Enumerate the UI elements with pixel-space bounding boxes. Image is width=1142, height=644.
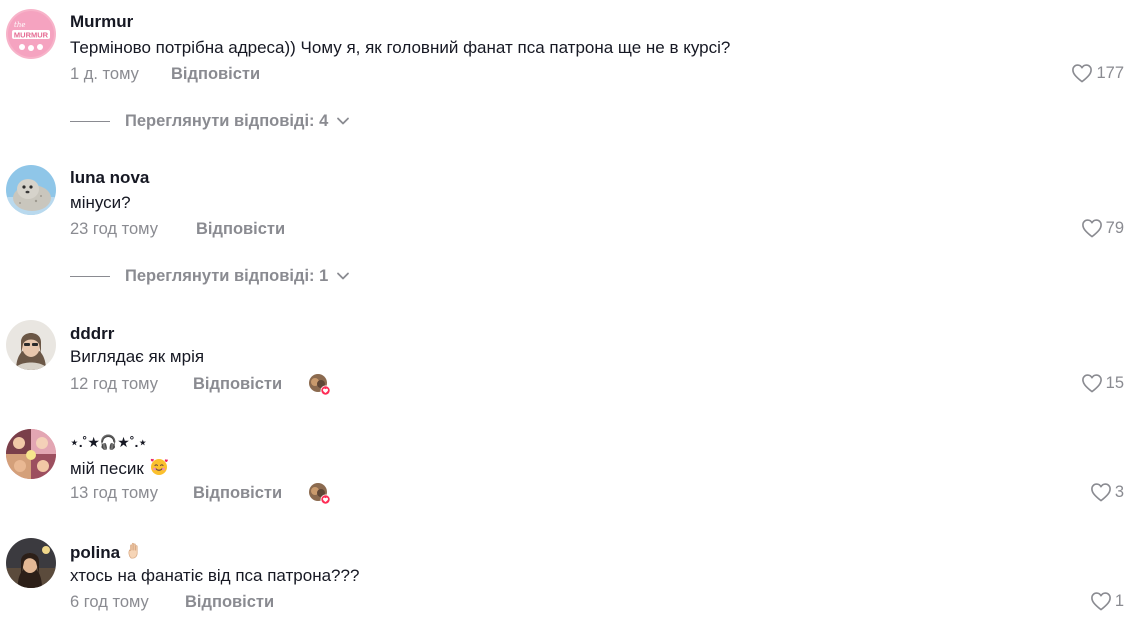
heart-icon bbox=[1081, 374, 1102, 393]
reply-button[interactable]: Відповісти bbox=[193, 374, 282, 394]
chevron-down-icon bbox=[337, 272, 350, 280]
collage-avatar-image bbox=[6, 429, 56, 479]
view-replies-label: Переглянути відповіді: 1 bbox=[125, 267, 329, 285]
comment-username[interactable]: Murmur bbox=[70, 12, 133, 32]
avatar[interactable] bbox=[6, 165, 56, 215]
comment-text: хтось на фанатіє від пса патрона??? bbox=[70, 566, 360, 585]
avatar[interactable] bbox=[6, 429, 56, 479]
heart-icon bbox=[1072, 64, 1093, 83]
portrait-avatar-image bbox=[6, 320, 56, 370]
like-count: 1 bbox=[1114, 592, 1124, 610]
smiling-face-with-hearts-icon bbox=[150, 458, 168, 475]
heart-icon bbox=[1090, 592, 1111, 611]
like-button[interactable]: 1 bbox=[1090, 591, 1124, 611]
comment-username[interactable]: polina bbox=[70, 541, 145, 563]
view-replies-button[interactable]: Переглянути відповіді: 4 bbox=[70, 111, 350, 131]
chevron-down-icon bbox=[337, 117, 350, 125]
comment-username[interactable]: ⋆.˚★🎧★˚.⋆ bbox=[70, 432, 147, 452]
like-button[interactable]: 177 bbox=[1071, 63, 1124, 83]
comment-text: мій песик bbox=[70, 457, 169, 479]
creator-avatar-icon bbox=[309, 374, 331, 396]
like-button[interactable]: 3 bbox=[1090, 482, 1124, 502]
view-replies-divider bbox=[70, 120, 110, 122]
comment-username[interactable]: luna nova bbox=[70, 168, 149, 188]
like-count: 3 bbox=[1114, 483, 1124, 501]
comment-username[interactable]: dddrr bbox=[70, 324, 114, 344]
creator-liked-badge bbox=[308, 482, 331, 505]
seal-avatar-image bbox=[6, 165, 56, 215]
comment-text: Терміново потрібна адреса)) Чому я, як г… bbox=[70, 38, 731, 57]
reply-button[interactable]: Відповісти bbox=[196, 219, 285, 239]
like-button[interactable]: 79 bbox=[1081, 218, 1124, 238]
comment-time: 23 год тому bbox=[70, 220, 158, 238]
like-button[interactable]: 15 bbox=[1081, 373, 1124, 393]
creator-liked-badge bbox=[308, 373, 331, 396]
reply-button[interactable]: Відповісти bbox=[171, 64, 260, 84]
comment-time: 12 год тому bbox=[70, 375, 158, 393]
like-count: 177 bbox=[1096, 64, 1124, 82]
comment-time: 1 д. тому bbox=[70, 65, 139, 83]
avatar[interactable]: the MURMUR bbox=[6, 9, 56, 59]
avatar[interactable] bbox=[6, 320, 56, 370]
avatar-logo-text: MURMUR bbox=[14, 31, 49, 40]
murmur-avatar-image: the MURMUR bbox=[6, 9, 56, 59]
comment-time: 6 год тому bbox=[70, 593, 149, 611]
view-replies-button[interactable]: Переглянути відповіді: 1 bbox=[70, 266, 350, 286]
comment-text: мінуси? bbox=[70, 193, 131, 212]
avatar[interactable] bbox=[6, 538, 56, 588]
svg-text:the: the bbox=[14, 21, 25, 29]
view-replies-label: Переглянути відповіді: 4 bbox=[125, 112, 329, 130]
waving-hand-icon bbox=[128, 542, 138, 559]
creator-avatar-icon bbox=[309, 483, 331, 505]
comment-username-text: polina bbox=[70, 543, 121, 562]
heart-icon bbox=[1081, 219, 1102, 238]
comment-text-content: мій песик bbox=[70, 459, 144, 478]
heart-icon bbox=[1090, 483, 1111, 502]
like-count: 15 bbox=[1105, 374, 1124, 392]
reply-button[interactable]: Відповісти bbox=[193, 483, 282, 503]
portrait-avatar-image bbox=[6, 538, 56, 588]
view-replies-divider bbox=[70, 275, 110, 277]
like-count: 79 bbox=[1105, 219, 1124, 237]
comment-time: 13 год тому bbox=[70, 484, 158, 502]
reply-button[interactable]: Відповісти bbox=[185, 592, 274, 612]
comment-text: Виглядає як мрія bbox=[70, 347, 205, 366]
